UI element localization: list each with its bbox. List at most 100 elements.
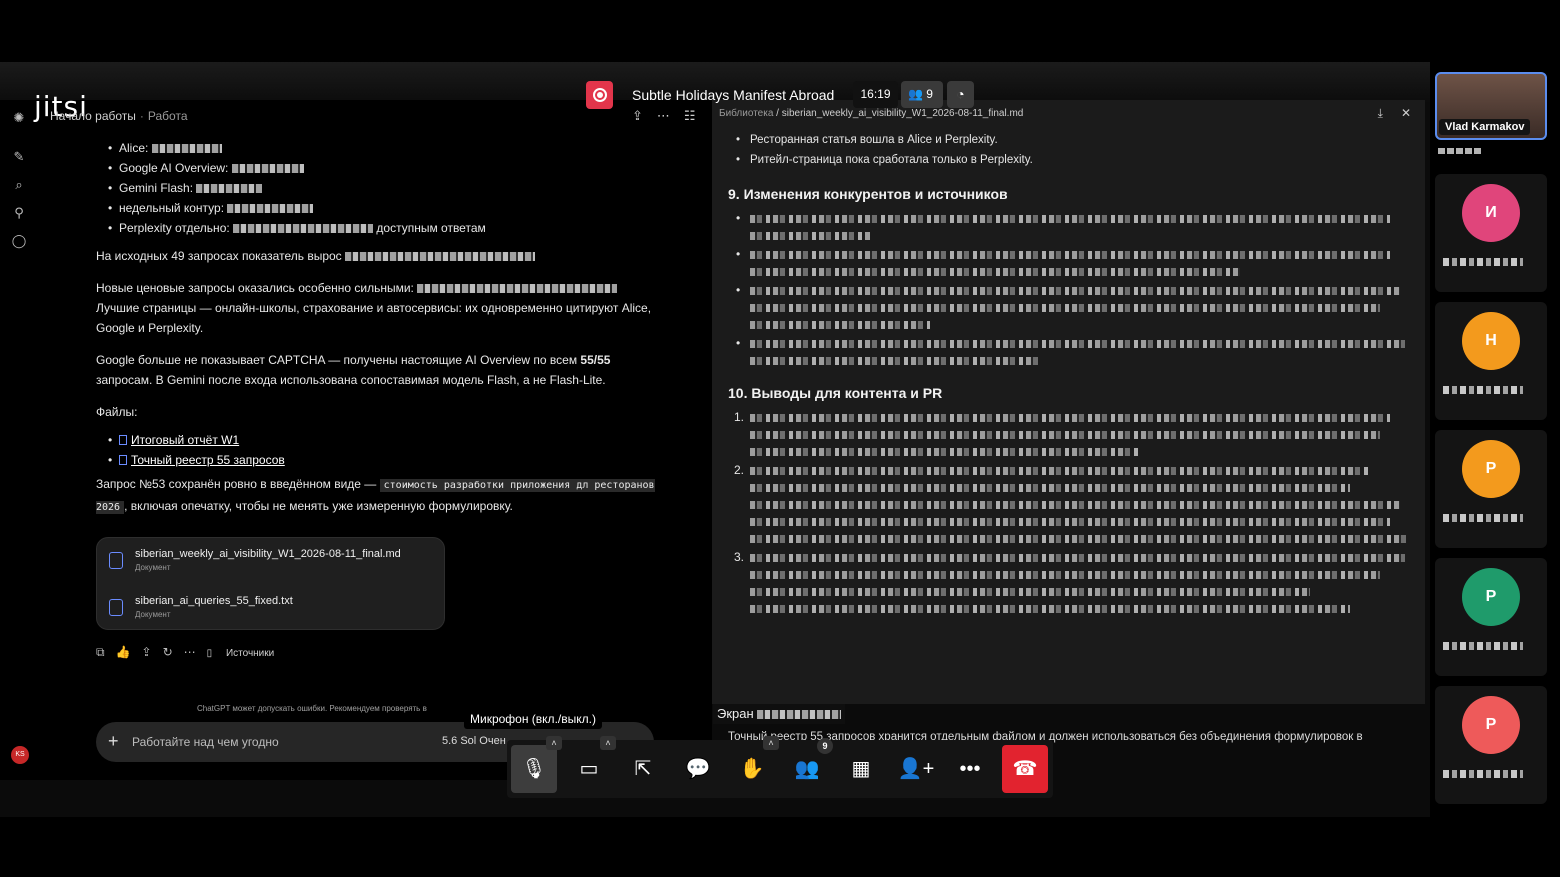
camera-options-caret[interactable]: ˄ — [600, 736, 616, 750]
document-icon — [109, 599, 123, 616]
markdown-viewer: Библиотека / siberian_weekly_ai_visibili… — [712, 100, 1425, 704]
openai-logo-icon[interactable]: ✺ — [11, 110, 27, 126]
file-path: Библиотека / siberian_weekly_ai_visibili… — [719, 108, 1024, 119]
chat-icon: 💬 — [685, 758, 711, 780]
participant-avatar: И — [1462, 184, 1520, 242]
screen-share-button[interactable]: ⇱ — [620, 745, 666, 793]
participant-tile[interactable]: Р — [1435, 686, 1547, 804]
camera-button[interactable]: ▭ — [566, 745, 612, 793]
sources-button[interactable]: ▯ Источники — [207, 648, 286, 659]
participants-badge: 9 — [817, 738, 833, 754]
performance-icon[interactable]: ◔ — [947, 81, 974, 108]
local-participant-tile[interactable]: Vlad Karmakov — [1435, 72, 1547, 140]
screen-share-icon: ⇱ — [634, 758, 652, 780]
download-icon[interactable]: ⤓ — [1378, 106, 1383, 120]
meeting-title: Subtle Holidays Manifest Abroad — [632, 87, 835, 103]
breadcrumb-separator: · — [139, 109, 144, 123]
new-chat-icon[interactable]: ✎ — [11, 149, 27, 165]
attachments-card: siberian_weekly_ai_visibility_W1_2026-08… — [96, 537, 445, 630]
list-item: Alice: — [108, 138, 656, 158]
meeting-toolbar: 🎙 ˄ ▭ ˄ ⇱ 💬 ✋ ˄ 👥 9 ▦ 👤+ ••• ☎ — [507, 736, 1053, 798]
close-icon[interactable]: ✕ — [1401, 106, 1411, 120]
redacted-value — [231, 164, 304, 174]
numbered-item: 2. — [728, 463, 1410, 543]
redacted-name — [1443, 514, 1523, 522]
share-icon[interactable]: ⇪ — [632, 108, 643, 123]
paragraph: Google больше не показывает CAPTCHA — по… — [96, 353, 611, 387]
redacted-value — [196, 184, 263, 194]
viewer-content: Ресторанная статья вошла в Alice и Perpl… — [728, 130, 1410, 614]
participant-tile[interactable]: И — [1435, 174, 1547, 292]
list-item: недельный контур: — [108, 198, 656, 218]
hangup-button[interactable]: ☎ — [1002, 745, 1048, 793]
chatgpt-side-rail: ✺ ✎ ⌕ ⚲ ◯ KS — [0, 100, 38, 780]
participants-count-button[interactable]: 👥 9 — [901, 81, 943, 108]
redacted-name — [1443, 258, 1523, 266]
participant-tile[interactable]: Р — [1435, 558, 1547, 676]
participant-avatar: Р — [1462, 696, 1520, 754]
book-icon: ▯ — [206, 648, 213, 659]
model-selector[interactable]: 5.6 Sol Очен — [442, 735, 506, 747]
redacted-name — [1443, 642, 1523, 650]
list-item: Google AI Overview: — [108, 158, 656, 178]
redacted-bullet — [728, 280, 1408, 329]
regenerate-icon[interactable]: ↻ — [163, 645, 173, 659]
redacted-bullet — [728, 208, 1408, 240]
reactions-caret[interactable]: ˄ — [763, 736, 779, 750]
redacted-name — [1443, 770, 1523, 778]
more-icon[interactable]: ⋯ — [657, 108, 670, 123]
redacted-name — [1438, 148, 1482, 154]
assistant-message: Alice: Google AI Overview: Gemini Flash:… — [96, 138, 656, 518]
top-bullets: Ресторанная статья вошла в Alice и Perpl… — [728, 130, 1408, 170]
redacted-value — [757, 710, 842, 720]
add-person-icon: 👤+ — [897, 758, 935, 780]
redacted-bullet — [728, 333, 1408, 365]
chat-header-actions: ⇪ ⋯ ☷ — [632, 108, 710, 124]
numbered-item: 1. — [728, 410, 1408, 456]
participant-avatar: Р — [1462, 568, 1520, 626]
pin-icon[interactable]: ⚲ — [11, 205, 27, 221]
hangup-icon: ☎ — [1012, 758, 1038, 780]
numbered-item: 3. — [728, 550, 1408, 613]
more-icon[interactable]: ⋯ — [184, 645, 196, 659]
filmstrip: Vlad Karmakov И Н Р Р Р — [1430, 70, 1560, 810]
chat-button[interactable]: 💬 — [675, 745, 721, 793]
prompt-input[interactable] — [132, 732, 432, 752]
mic-options-caret[interactable]: ˄ — [546, 736, 562, 750]
list-item: Ритейл-страница пока сработала только в … — [736, 150, 1408, 170]
paragraph: Запрос №53 сохранён ровно в введённом ви… — [96, 477, 655, 514]
plus-icon[interactable]: + — [108, 731, 119, 752]
participant-tile[interactable]: Н — [1435, 302, 1547, 420]
invite-button[interactable]: 👤+ — [893, 745, 939, 793]
redacted-value — [233, 224, 374, 234]
tile-view-button[interactable]: ▦ — [838, 745, 884, 793]
thumbs-icon[interactable]: 👍 — [116, 645, 131, 659]
participant-tile[interactable]: Р — [1435, 430, 1547, 548]
recording-indicator-icon[interactable] — [586, 81, 613, 109]
more-icon: ••• — [959, 758, 981, 780]
breadcrumb-project[interactable]: Начало работы — [50, 109, 136, 123]
breadcrumb: Начало работы · Работа — [50, 109, 188, 123]
screen-share-label: Экран — [713, 704, 846, 724]
redacted-name — [1443, 386, 1523, 394]
outline-icon[interactable]: ☷ — [684, 108, 696, 123]
redacted-value — [227, 204, 314, 214]
user-avatar[interactable]: KS — [11, 746, 29, 764]
file-link-report[interactable]: Итоговый отчёт W1 — [131, 433, 239, 447]
chat-bubble-icon[interactable]: ◯ — [11, 233, 27, 249]
more-actions-button[interactable]: ••• — [947, 745, 993, 793]
breadcrumb-sub[interactable]: Работа — [148, 109, 188, 123]
microphone-button[interactable]: 🎙 — [511, 745, 557, 793]
file-link-registry[interactable]: Точный реестр 55 запросов — [131, 453, 285, 467]
raise-hand-button[interactable]: ✋ — [729, 745, 775, 793]
copy-icon[interactable]: ⧉ — [96, 645, 105, 659]
files-heading: Файлы: — [96, 405, 138, 419]
section-heading-10: 10. Выводы для контента и PR — [728, 385, 943, 401]
list-item: Perplexity отдельно: доступным ответам — [108, 218, 656, 238]
share-icon[interactable]: ⇪ — [142, 645, 152, 659]
list-item: Итоговый отчёт W1 — [108, 430, 656, 450]
people-icon: 👥 — [908, 87, 923, 101]
disclaimer: ChatGPT может допускать ошибки. Рекоменд… — [197, 704, 427, 713]
message-actions: ⧉ 👍 ⇪ ↻ ⋯ ▯ Источники — [96, 645, 296, 660]
search-icon[interactable]: ⌕ — [11, 177, 27, 193]
